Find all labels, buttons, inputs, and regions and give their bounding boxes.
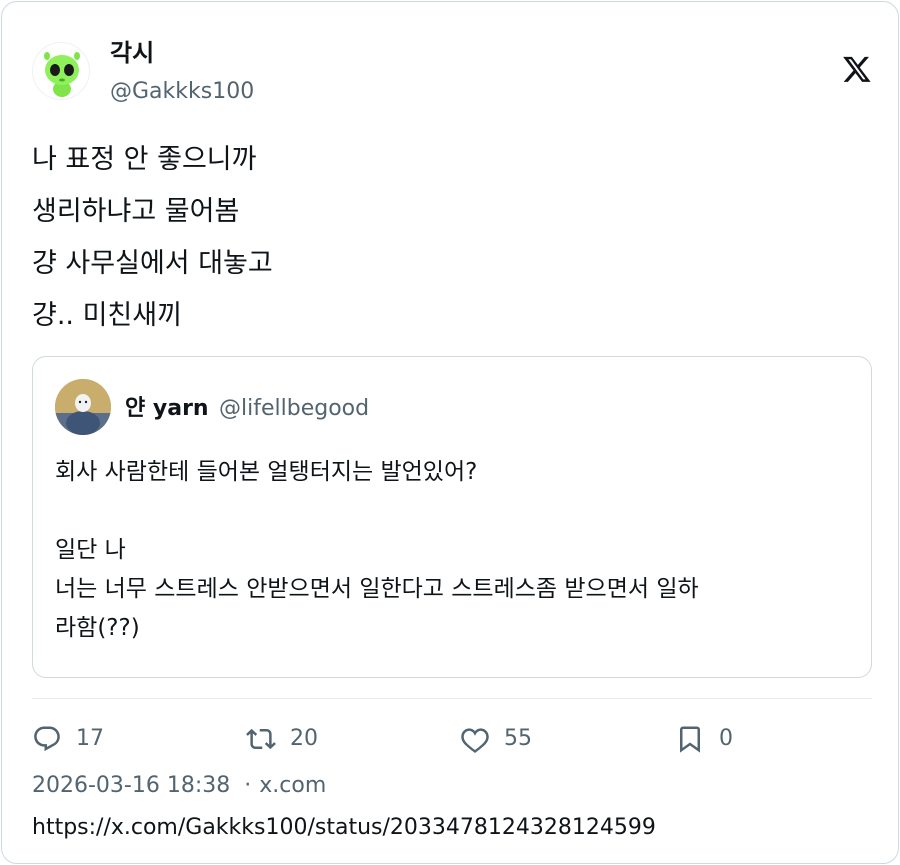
like-count: 55	[504, 726, 532, 751]
quoted-line: 회사 사람한테 들어본 얼탱터지는 발언있어?	[55, 459, 478, 485]
quoted-tweet[interactable]: 얀 yarn @lifellbegood 회사 사람한테 들어본 얼탱터지는 발…	[32, 356, 872, 678]
retweet-icon	[246, 728, 276, 750]
quoted-line: 라함(??)	[55, 615, 140, 641]
tweet-line: 나 표정 안 좋으니까	[32, 144, 257, 175]
tweet-line: 걍 사무실에서 대놓고	[32, 248, 273, 279]
bookmark-icon	[680, 726, 700, 753]
reply-count: 17	[76, 726, 104, 751]
author-handle[interactable]: @Gakkks100	[110, 78, 254, 106]
quoted-line	[55, 492, 855, 531]
meta-separator: ·	[244, 773, 252, 798]
like-button[interactable]: 55	[460, 722, 532, 756]
tweet-card: 각시 @Gakkks100 나 표정 안 좋으니까 생리하냐고 물어봄 걍 사무…	[1, 1, 899, 864]
heart-icon	[461, 728, 489, 753]
green-alien-avatar-icon	[44, 52, 80, 97]
divider	[32, 698, 872, 699]
person-photo-avatar-icon	[55, 379, 111, 435]
retweet-button[interactable]: 20	[246, 722, 318, 756]
bookmark-button[interactable]: 0	[675, 722, 733, 756]
reply-icon	[34, 726, 60, 752]
tweet-meta: 2026-03-16 18:38 · x.com	[32, 770, 326, 802]
quoted-author-avatar[interactable]	[55, 379, 111, 435]
x-logo-icon[interactable]	[842, 54, 872, 84]
tweet-line: 생리하냐고 물어봄	[32, 196, 240, 227]
bookmark-count: 0	[719, 726, 733, 751]
retweet-count: 20	[290, 726, 318, 751]
source-link[interactable]: x.com	[259, 773, 326, 798]
reply-button[interactable]: 17	[32, 722, 104, 756]
quoted-line: 너는 너무 스트레스 안받으면서 일한다고 스트레스좀 받으면서 일하	[55, 576, 699, 602]
author-avatar[interactable]	[32, 42, 90, 100]
quoted-text: 회사 사람한테 들어본 얼탱터지는 발언있어? 일단 나 너는 너무 스트레스 …	[55, 453, 855, 648]
tweet-url[interactable]: https://x.com/Gakkks100/status/203347812…	[32, 812, 656, 844]
timestamp[interactable]: 2026-03-16 18:38	[32, 773, 230, 798]
quoted-author-handle[interactable]: @lifellbegood	[219, 395, 369, 423]
tweet-line: 걍.. 미친새끼	[32, 300, 182, 331]
quoted-line: 일단 나	[55, 537, 126, 563]
author-name[interactable]: 각시	[110, 38, 154, 68]
quoted-author-name[interactable]: 얀 yarn	[125, 395, 209, 423]
tweet-text: 나 표정 안 좋으니까 생리하냐고 물어봄 걍 사무실에서 대놓고 걍.. 미친…	[32, 134, 872, 342]
